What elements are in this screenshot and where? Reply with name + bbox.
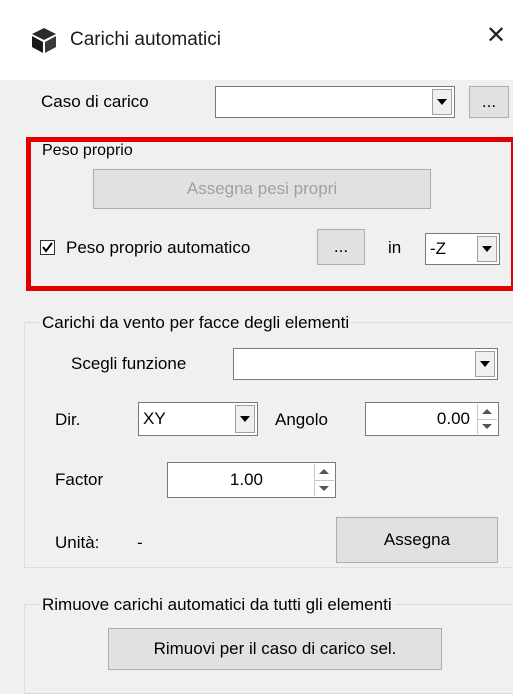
self-weight-direction-combo[interactable]: -Z: [425, 233, 500, 265]
factor-label: Factor: [55, 470, 104, 489]
units-label: Unità:: [55, 533, 100, 552]
chevron-down-icon[interactable]: [235, 405, 255, 433]
angle-spinner[interactable]: 0.00: [365, 402, 499, 436]
cube-icon: [32, 28, 56, 53]
wind-assign-label: Assegna: [383, 530, 451, 549]
units-value: -: [137, 533, 143, 552]
spin-arrows-icon[interactable]: [477, 404, 497, 434]
wind-group-title: Carichi da vento per facce degli element…: [40, 313, 352, 333]
angle-value: 0.00: [436, 409, 470, 428]
assign-self-weight-button[interactable]: Assegna pesi propri: [93, 169, 431, 209]
chevron-down-icon[interactable]: [475, 351, 495, 377]
wind-direction-combo[interactable]: XY: [138, 402, 258, 436]
function-combo[interactable]: [233, 348, 498, 380]
assign-self-weight-label: Assegna pesi propri: [186, 179, 338, 198]
remove-for-load-case-label: Rimuovi per il caso di carico sel.: [153, 639, 397, 658]
auto-self-weight-label: Peso proprio automatico: [66, 238, 251, 257]
self-weight-direction-value: -Z: [430, 239, 447, 258]
remove-for-load-case-button[interactable]: Rimuovi per il caso di carico sel.: [108, 628, 442, 670]
dir-label: Dir.: [55, 410, 81, 429]
auto-self-weight-checkbox[interactable]: [40, 240, 55, 255]
load-case-label: Caso di carico: [41, 92, 149, 111]
self-weight-browse-button[interactable]: ...: [317, 229, 365, 265]
direction-in-label: in: [388, 238, 402, 257]
function-label: Scegli funzione: [71, 354, 187, 373]
factor-value: 1.00: [229, 470, 263, 489]
remove-group-title: Rimuove carichi automatici da tutti gli …: [40, 595, 394, 615]
load-case-browse-label: ...: [481, 92, 497, 111]
factor-spinner[interactable]: 1.00: [167, 462, 336, 498]
load-case-combo[interactable]: [215, 86, 455, 118]
self-weight-group-title: Peso proprio: [40, 142, 135, 160]
spin-arrows-icon[interactable]: [314, 464, 334, 496]
angle-label: Angolo: [275, 410, 328, 429]
window-title: Carichi automatici: [70, 29, 221, 50]
wind-direction-value: XY: [143, 409, 166, 428]
wind-assign-button[interactable]: Assegna: [336, 517, 498, 563]
checkmark-icon: [42, 242, 53, 253]
self-weight-browse-label: ...: [333, 237, 349, 256]
close-icon[interactable]: ✕: [486, 24, 506, 48]
title-bar: Carichi automatici ✕: [0, 0, 513, 80]
self-weight-highlight-frame: [26, 137, 513, 291]
chevron-down-icon[interactable]: [432, 89, 452, 115]
load-case-browse-button[interactable]: ...: [469, 86, 509, 118]
chevron-down-icon[interactable]: [477, 236, 497, 262]
